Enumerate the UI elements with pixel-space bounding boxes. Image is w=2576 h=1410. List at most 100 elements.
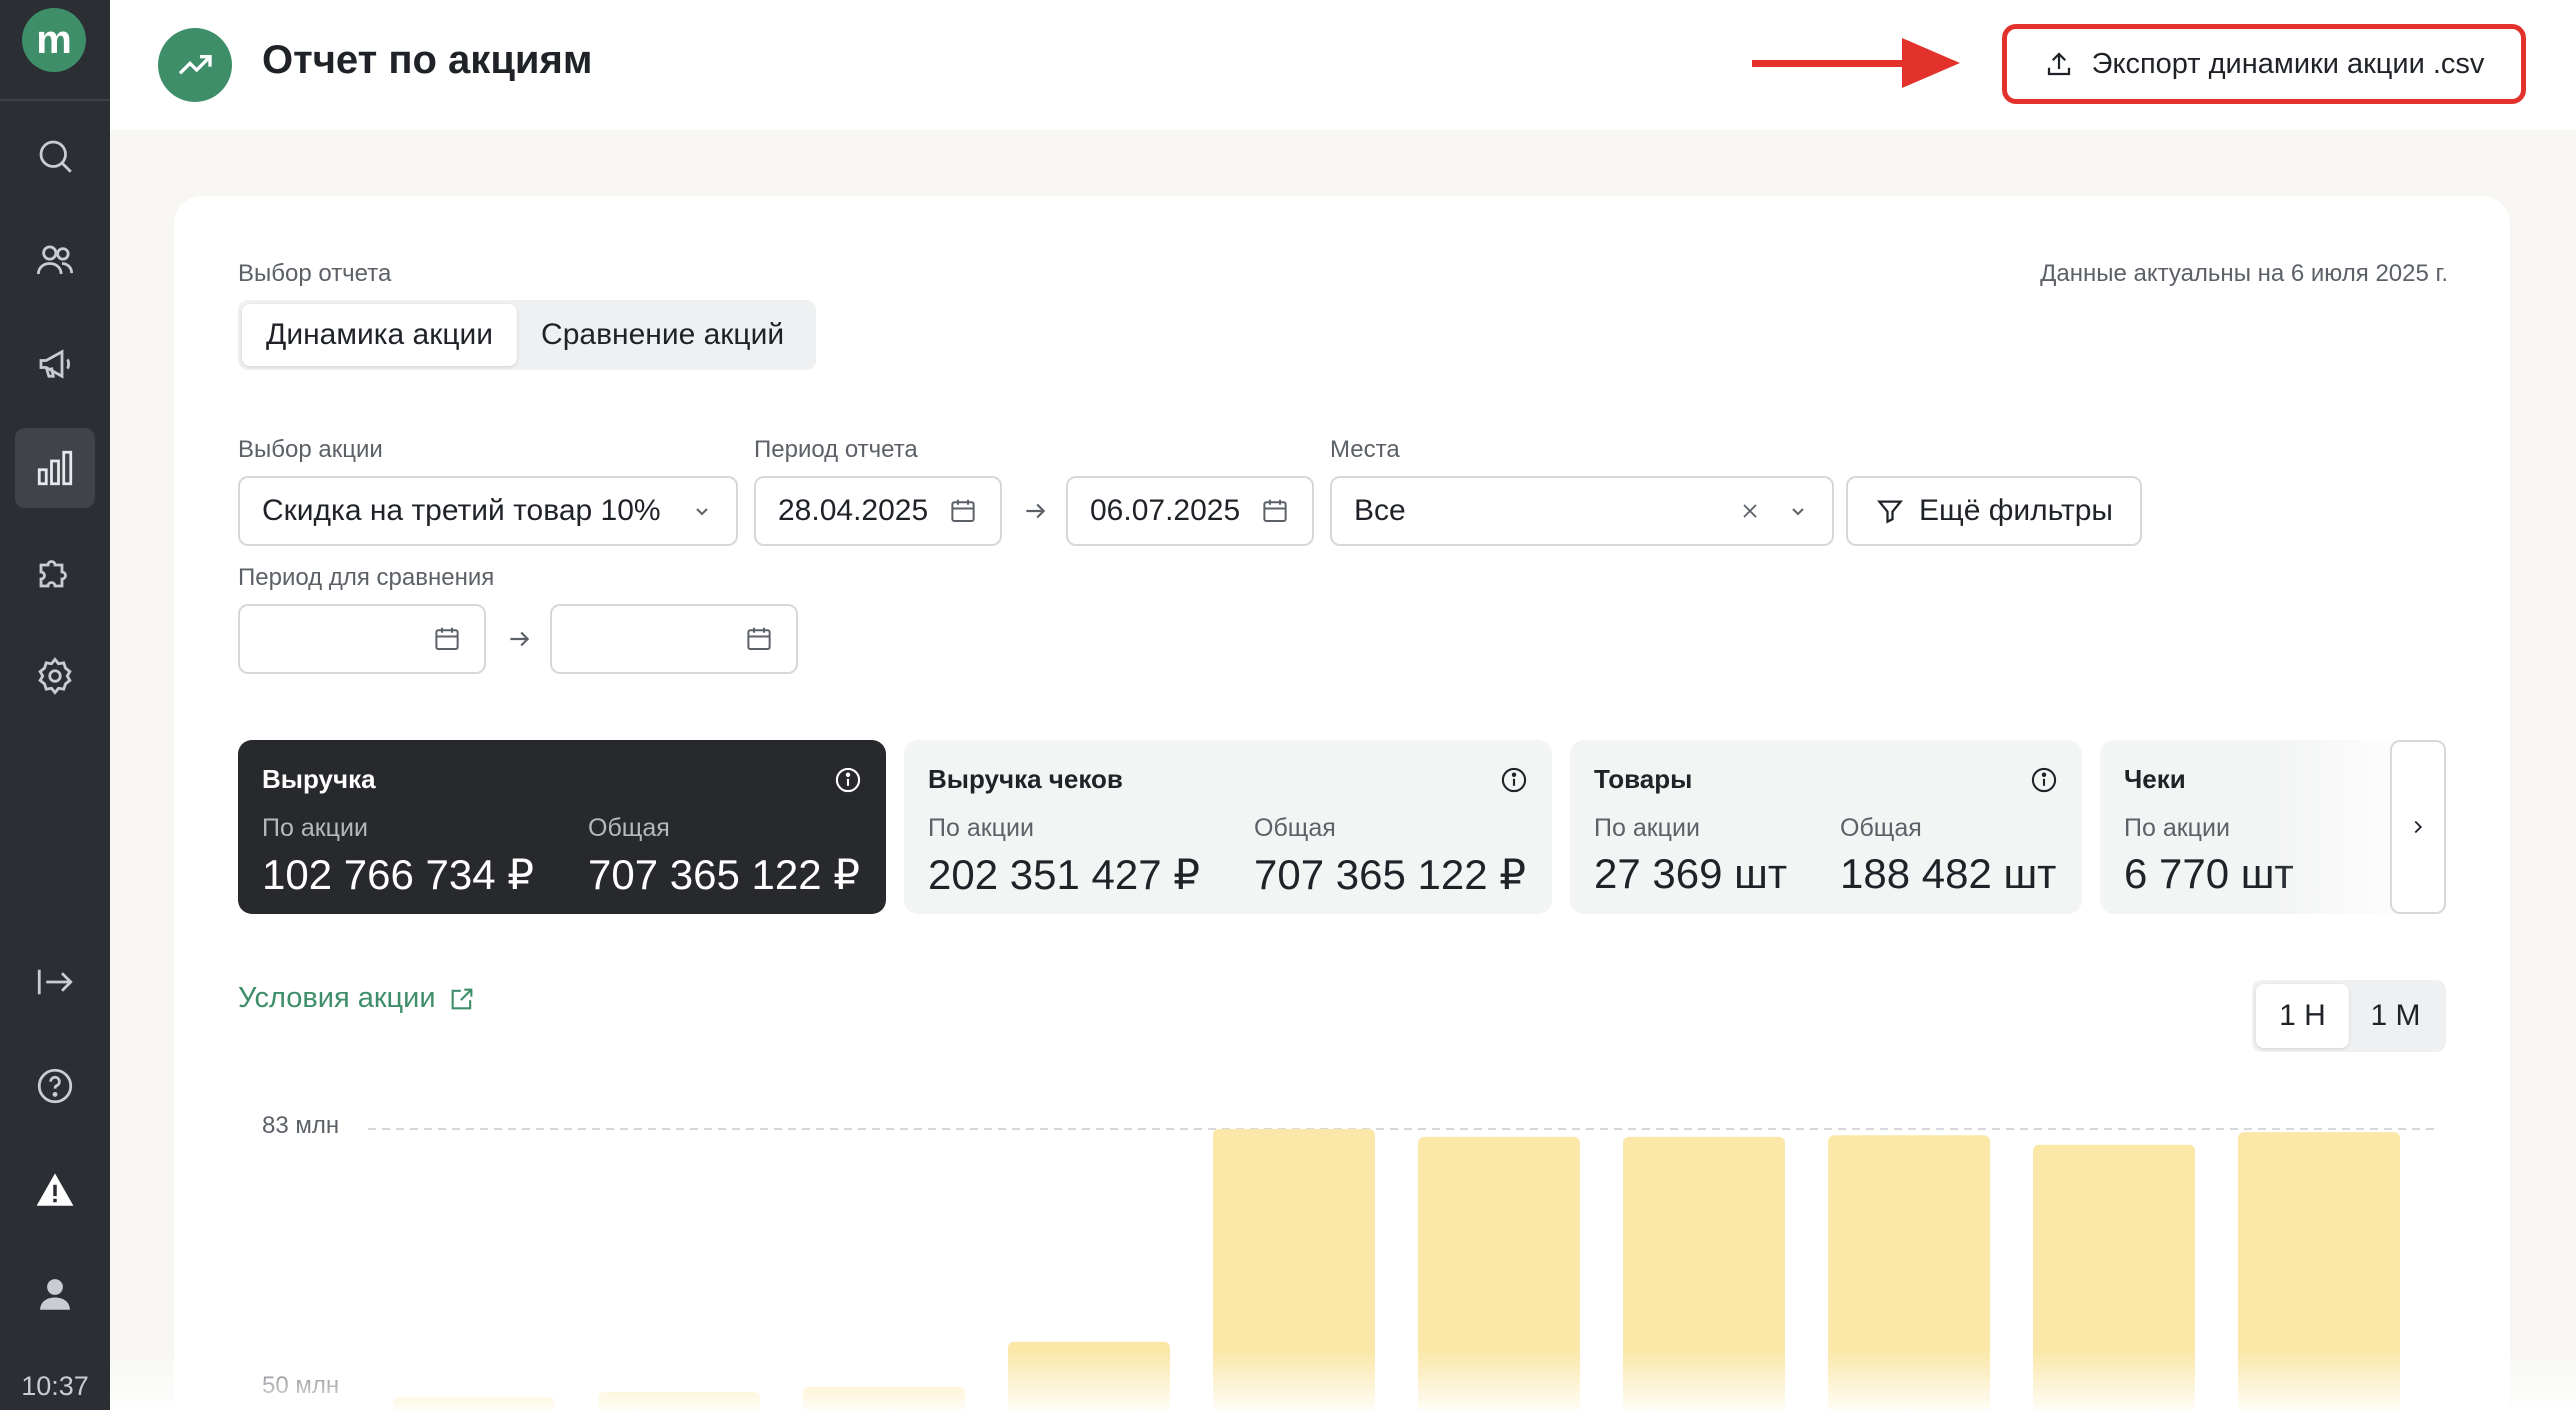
places-select[interactable]: Все	[1330, 476, 1834, 546]
sidebar-item-users[interactable]	[15, 220, 95, 300]
help-icon	[37, 1068, 73, 1104]
kpi-value: 6 770 шт	[2124, 850, 2294, 897]
page-header: Отчет по акциям Экспорт динамики акции .…	[110, 0, 2576, 130]
sidebar-item-integrations[interactable]	[15, 532, 95, 612]
chart-bar[interactable]	[1418, 1136, 1580, 1410]
kpi-value: 188 482 шт	[1840, 850, 2057, 897]
places-select-value: Все	[1354, 494, 1406, 527]
analytics-icon	[37, 450, 73, 486]
report-select-label: Выбор отчета	[238, 260, 392, 287]
app-logo[interactable]: m	[22, 8, 86, 72]
calendar-icon	[435, 627, 459, 650]
chart-bar[interactable]	[598, 1392, 760, 1410]
kpi-value: 707 365 122 ₽	[1254, 851, 1526, 898]
kpi-title: Выручка	[262, 764, 376, 794]
period-end-input[interactable]: 06.07.2025	[1066, 476, 1314, 546]
kpi-value: 27 369 шт	[1594, 850, 1788, 897]
more-filters-label: Ещё фильтры	[1919, 494, 2113, 527]
calendar-icon	[1263, 499, 1287, 522]
sidebar-item-settings[interactable]	[15, 636, 95, 716]
calendar-icon	[747, 627, 771, 650]
arrow-right-icon	[510, 631, 530, 647]
chart-bar[interactable]	[2033, 1144, 2195, 1410]
kpi-card-goods[interactable]: Товары По акции 27 369 шт Общая 188 482 …	[1570, 740, 2082, 914]
megaphone-icon	[39, 349, 70, 379]
compare-end-input[interactable]	[550, 604, 798, 674]
period-label: Период отчета	[754, 436, 918, 463]
chart-bar[interactable]	[1828, 1135, 1990, 1410]
kpi-card-revenue[interactable]: Выручка По акции 102 766 734 ₽ Общая 707…	[238, 740, 886, 914]
sidebar-item-help[interactable]	[15, 1046, 95, 1126]
sidebar-item-alerts[interactable]	[15, 1150, 95, 1230]
sidebar-item-analytics[interactable]	[15, 428, 95, 508]
more-filters-button[interactable]: Ещё фильтры	[1846, 476, 2142, 546]
clock: 10:37	[21, 1371, 89, 1401]
kpi-sub-label: Общая	[1840, 814, 1922, 842]
kpi-scroll-fade	[2274, 740, 2494, 914]
tab-promo-dynamics[interactable]: Динамика акции	[242, 304, 518, 366]
export-csv-button[interactable]: Экспорт динамики акции .csv	[2002, 24, 2526, 104]
chart-bar[interactable]	[803, 1386, 965, 1410]
kpi-value: 102 766 734 ₽	[262, 851, 534, 898]
chart-bar[interactable]	[1008, 1341, 1170, 1410]
kpi-sub-label: По акции	[928, 814, 1034, 842]
export-csv-label: Экспорт динамики акции .csv	[2091, 47, 2485, 80]
kpi-sub-label: По акции	[262, 814, 368, 842]
kpi-sub-label: Общая	[588, 814, 670, 842]
chart-period-switch: 1 Н 1 М	[2252, 980, 2446, 1052]
kpi-value: 202 351 427 ₽	[928, 851, 1200, 898]
compare-start-input[interactable]	[238, 604, 486, 674]
places-label: Места	[1330, 436, 1400, 463]
external-link-icon	[451, 988, 472, 1009]
period-month-button[interactable]: 1 М	[2349, 984, 2442, 1048]
arrow-right-icon	[1026, 503, 1046, 519]
tab-promo-comparison[interactable]: Сравнение акций	[517, 304, 808, 366]
promo-conditions-link[interactable]: Условия акции	[238, 982, 476, 1015]
chart-bar[interactable]	[1213, 1129, 1375, 1410]
kpi-sub-label: По акции	[2124, 814, 2230, 842]
info-icon[interactable]	[834, 766, 862, 794]
kpi-value: 707 365 122 ₽	[588, 851, 860, 898]
arrow-right-icon	[1752, 38, 1960, 88]
info-icon[interactable]	[2030, 766, 2058, 794]
kpi-card-check-revenue[interactable]: Выручка чеков По акции 202 351 427 ₽ Общ…	[904, 740, 1552, 914]
kpi-scroll-next-button[interactable]	[2390, 740, 2446, 914]
promo-select-value: Скидка на третий товар 10%	[262, 494, 661, 527]
sidebar-item-profile[interactable]	[15, 1254, 95, 1334]
compare-period-label: Период для сравнения	[238, 564, 495, 591]
data-freshness-text: Данные актуальны на 6 июля 2025 г.	[2040, 260, 2448, 287]
kpi-sub-label: Общая	[1254, 814, 1336, 842]
chart-bar[interactable]	[393, 1396, 555, 1410]
promo-select[interactable]: Скидка на третий товар 10%	[238, 476, 738, 546]
promo-conditions-label: Условия акции	[238, 982, 436, 1014]
chevron-down-icon	[696, 508, 708, 516]
period-end-value: 06.07.2025	[1090, 494, 1241, 527]
kpi-title: Товары	[1594, 764, 1693, 794]
report-icon	[158, 28, 232, 102]
puzzle-icon	[39, 560, 67, 588]
promo-dynamics-chart	[368, 1128, 2438, 1410]
users-icon	[36, 245, 74, 275]
period-start-input[interactable]: 28.04.2025	[754, 476, 1002, 546]
warning-icon	[36, 1173, 74, 1206]
sidebar-item-search[interactable]	[15, 116, 95, 196]
period-start-value: 28.04.2025	[778, 494, 929, 527]
user-icon	[40, 1279, 70, 1310]
promo-select-label: Выбор акции	[238, 436, 383, 463]
sidebar-item-logout[interactable]	[15, 942, 95, 1022]
kpi-title: Чеки	[2124, 764, 2186, 794]
kpi-title: Выручка чеков	[928, 764, 1123, 794]
info-icon[interactable]	[1500, 766, 1528, 794]
logout-icon	[37, 969, 73, 995]
chart-bar[interactable]	[1623, 1136, 1785, 1410]
sidebar-item-campaigns[interactable]	[15, 324, 95, 404]
chevron-right-icon	[2414, 820, 2423, 834]
gear-icon	[38, 657, 72, 695]
chevron-down-icon	[1792, 508, 1804, 516]
report-card: Выбор отчета Данные актуальны на 6 июля …	[174, 196, 2510, 1410]
sidebar-divider	[0, 99, 110, 101]
chart-bar[interactable]	[2238, 1132, 2400, 1410]
clear-icon[interactable]	[1738, 499, 1762, 523]
page-title: Отчет по акциям	[262, 38, 593, 82]
period-week-button[interactable]: 1 Н	[2256, 984, 2349, 1048]
